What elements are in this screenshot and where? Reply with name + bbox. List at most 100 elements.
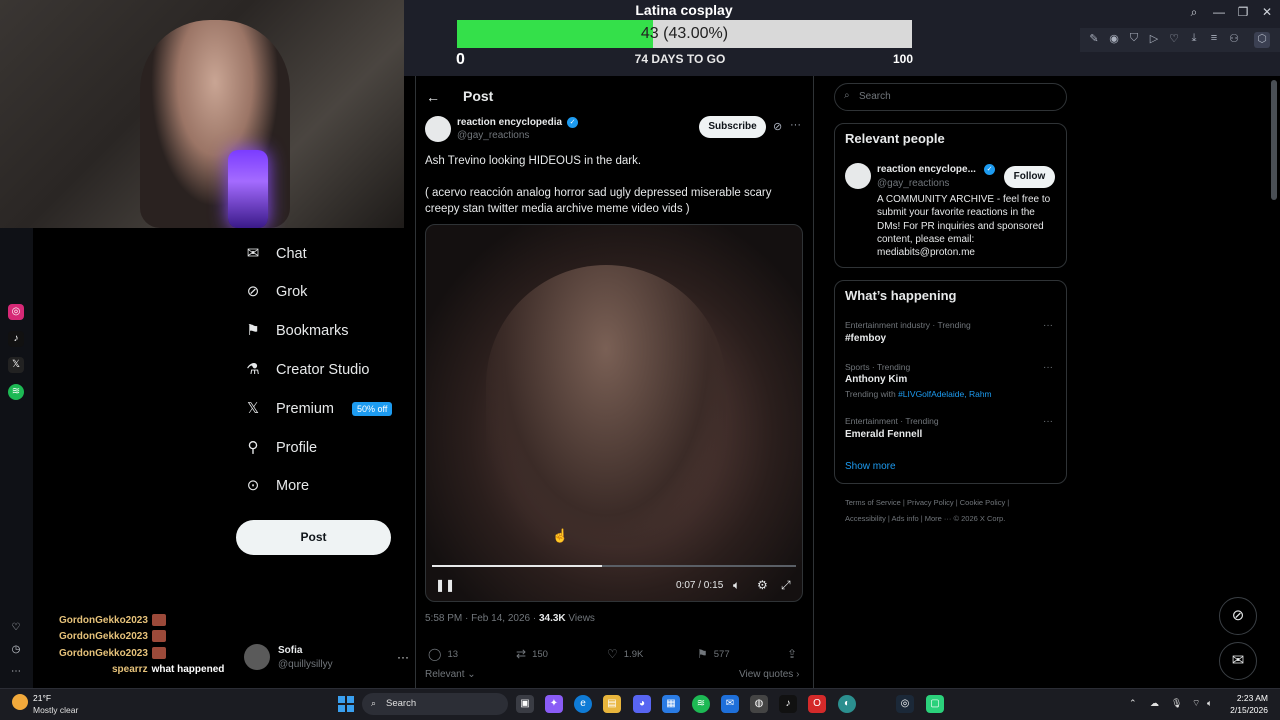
steam-icon[interactable]: ◎	[896, 695, 914, 713]
more-icon[interactable]: ⋯	[8, 664, 24, 680]
cloud-icon[interactable]: ☁	[1150, 698, 1159, 709]
clock-time[interactable]: 2:23 AM	[1226, 693, 1268, 703]
spotify-icon[interactable]: ≋	[692, 695, 710, 713]
volume-icon[interactable]: 🔈︎	[1207, 698, 1212, 709]
app-icon[interactable]: ◐	[838, 695, 856, 713]
tiktok-icon[interactable]: ♪	[779, 695, 797, 713]
author-handle[interactable]: @gay_reactions	[457, 130, 529, 141]
weather-description[interactable]: Mostly clear	[33, 705, 78, 715]
bookmark-button[interactable]: ⚑ 577	[697, 647, 730, 661]
reply-button[interactable]: ◯ 13	[428, 647, 458, 661]
microphone-icon[interactable]: 🎙︎	[1171, 698, 1182, 709]
nav-profile-label: Profile	[276, 440, 318, 456]
nav-grok[interactable]: ⊘ Grok	[244, 277, 308, 307]
clock-icon[interactable]: ◷	[8, 642, 24, 658]
clock-date[interactable]: 2/15/2026	[1220, 705, 1268, 715]
scrollbar-thumb[interactable]	[1271, 80, 1277, 200]
opera-icon[interactable]: O	[808, 695, 826, 713]
more-icon[interactable]: ···	[1043, 320, 1053, 331]
settings-icon[interactable]: ⚙	[757, 578, 768, 592]
weather-temperature[interactable]: 21°F	[33, 693, 51, 703]
account-switcher[interactable]: Sofia @quillysillyy ···	[244, 642, 409, 676]
wifi-icon[interactable]: ⌔	[1192, 698, 1200, 709]
trend-item[interactable]: #femboy	[845, 333, 886, 344]
windows-start-icon[interactable]	[338, 696, 354, 712]
nav-premium[interactable]: 𝕏 Premium 50% off	[244, 394, 393, 424]
back-arrow-icon[interactable]: ←	[426, 89, 440, 105]
messages-fab[interactable]: ✉	[1219, 642, 1257, 680]
goal-progress-label: 43 (43.00%)	[640, 25, 729, 42]
chat-message: GordonGekko2023	[59, 647, 166, 659]
like-count: 1.9K	[623, 648, 644, 660]
like-button[interactable]: ♡ 1.9K	[607, 647, 643, 661]
nav-more[interactable]: ⊙ More	[244, 471, 309, 501]
edge-icon[interactable]: e	[574, 695, 592, 713]
nav-bookmarks[interactable]: ⚑ Bookmarks	[244, 316, 348, 346]
close-button[interactable]: ✕	[1257, 5, 1277, 21]
person-bio: A COMMUNITY ARCHIVE - feel free to submi…	[877, 194, 1051, 259]
footer-links[interactable]: Terms of Service | Privacy Policy | Cook…	[845, 498, 1009, 507]
reply-sort-dropdown[interactable]: Relevant ⌄	[425, 669, 476, 680]
grok-icon: ⊘	[246, 283, 260, 300]
search-icon: ⌕	[371, 698, 377, 708]
more-icon[interactable]: ···	[790, 119, 801, 131]
video-progress-bar[interactable]	[432, 565, 796, 567]
author-name[interactable]: reaction encyclopedia	[457, 117, 562, 128]
minimize-button[interactable]: —	[1209, 5, 1229, 21]
footer-links[interactable]: Accessibility | Ads info | More ··· © 20…	[845, 514, 1005, 523]
download-icon[interactable]: ⤓	[1186, 32, 1202, 48]
restore-button[interactable]: ❐	[1233, 5, 1253, 21]
chevron-up-icon[interactable]: ⌃	[1129, 698, 1137, 709]
camera-icon[interactable]: ◉	[1106, 32, 1122, 48]
video-player[interactable]	[425, 224, 803, 602]
menu-icon[interactable]: ≡	[1206, 32, 1222, 48]
more-icon[interactable]: ···	[397, 650, 409, 664]
reply-sort-label: Relevant	[425, 669, 465, 680]
view-quotes-link[interactable]: View quotes ›	[739, 669, 799, 680]
search-icon[interactable]: ⌕	[1184, 5, 1204, 21]
edit-icon[interactable]: ✎	[1086, 32, 1102, 48]
social-rail	[0, 228, 33, 688]
file-explorer-icon[interactable]: ▤	[603, 695, 621, 713]
profile-icon[interactable]: ⚇	[1226, 32, 1242, 48]
follow-button[interactable]: Follow	[1004, 166, 1055, 188]
nav-profile[interactable]: ⚲ Profile	[244, 433, 318, 463]
person-handle[interactable]: @gay_reactions	[877, 178, 949, 189]
goal-min: 0	[456, 51, 465, 68]
grok-fab[interactable]: ⊘	[1219, 597, 1257, 635]
play-icon[interactable]: ▷	[1146, 32, 1162, 48]
subscribe-button[interactable]: Subscribe	[699, 116, 766, 138]
store-icon[interactable]: ▦	[662, 695, 680, 713]
shield-icon[interactable]: ⛉	[1126, 32, 1142, 48]
extension-icon[interactable]: ⬡	[1254, 32, 1270, 48]
trending-with-links[interactable]: #LIVGolfAdelaide, Rahm	[898, 389, 992, 399]
pause-icon[interactable]: ❚❚	[435, 578, 455, 592]
heart-icon[interactable]: ♡	[8, 620, 24, 636]
fullscreen-icon[interactable]: ⤢	[781, 578, 791, 593]
show-more-link[interactable]: Show more	[845, 461, 896, 472]
more-icon[interactable]: ···	[1043, 362, 1053, 373]
mail-icon[interactable]: ✉	[721, 695, 739, 713]
share-button[interactable]: ⇪	[787, 647, 797, 661]
trend-item[interactable]: Emerald Fennell	[845, 429, 922, 440]
task-view-icon[interactable]: ▣	[516, 695, 534, 713]
author-avatar[interactable]	[425, 116, 451, 142]
volume-icon[interactable]: 🔈︎	[733, 578, 740, 593]
person-avatar[interactable]	[845, 163, 871, 189]
heart-icon[interactable]: ♡	[1166, 32, 1182, 48]
nav-creator-studio[interactable]: ⚗ Creator Studio	[244, 355, 369, 385]
taskbar-search[interactable]: Search	[362, 693, 508, 715]
trend-item[interactable]: Anthony Kim	[845, 374, 907, 385]
copilot-icon[interactable]: ✦	[545, 695, 563, 713]
more-icon[interactable]: ···	[1043, 416, 1053, 427]
app-icon[interactable]: ▢	[926, 695, 944, 713]
post-button[interactable]: Post	[236, 520, 391, 555]
search-input[interactable]: Search	[834, 83, 1067, 111]
discord-icon[interactable]: ◕	[633, 695, 651, 713]
grok-icon[interactable]: ⊘	[773, 120, 782, 133]
person-name[interactable]: reaction encyclope...	[877, 164, 976, 175]
weather-moon-icon[interactable]	[12, 694, 28, 710]
obs-icon[interactable]: ◍	[750, 695, 768, 713]
nav-chat[interactable]: ✉ Chat	[244, 239, 307, 269]
repost-button[interactable]: ⇄ 150	[516, 647, 548, 661]
